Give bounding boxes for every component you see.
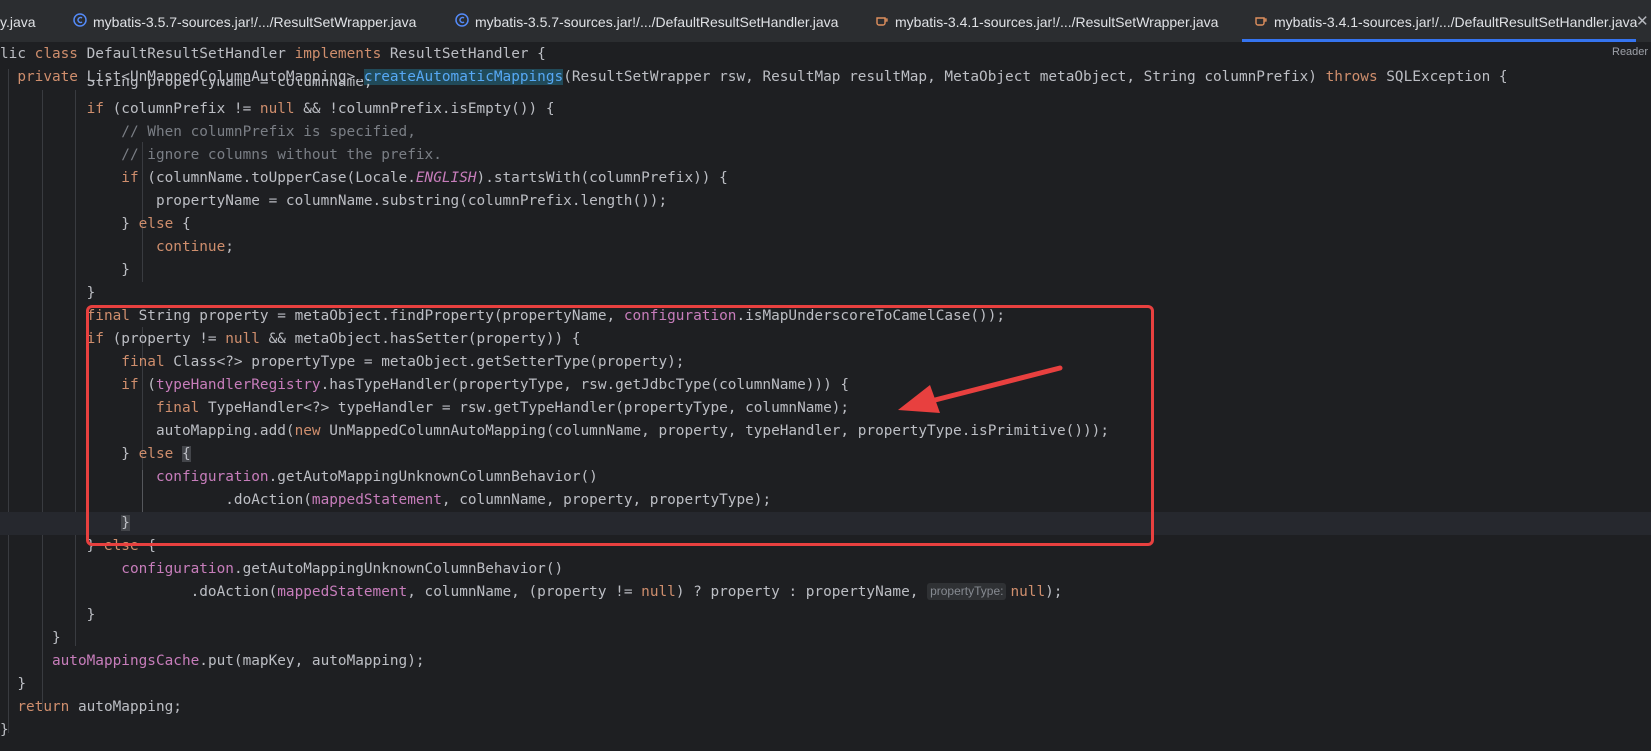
annotation-arrow-icon [898,365,1063,413]
